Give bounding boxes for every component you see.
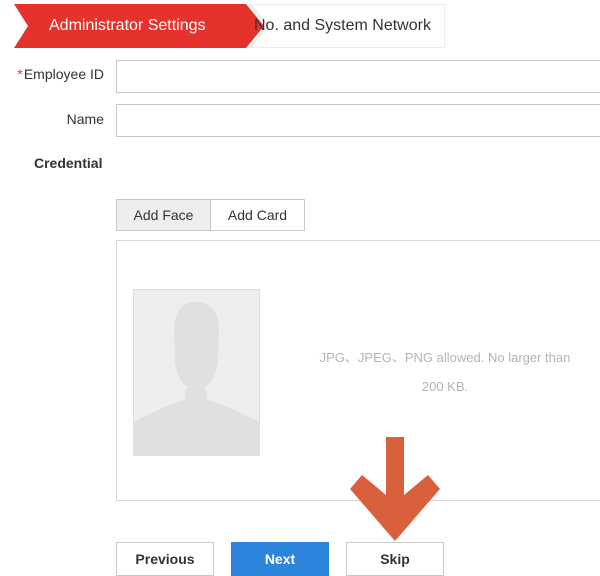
employee-id-input[interactable]	[116, 60, 600, 93]
employee-id-label-text: Employee ID	[23, 66, 104, 82]
step-administrator-settings[interactable]: Administrator Settings	[49, 4, 206, 48]
add-person-page: { "wizard": { "steps": [ {"label": "Admi…	[0, 0, 600, 576]
wizard-steps: Administrator Settings No. and System Ne…	[14, 4, 445, 48]
name-input[interactable]	[116, 104, 600, 137]
tab-add-face[interactable]: Add Face	[116, 199, 211, 231]
face-photo-upload[interactable]	[133, 289, 260, 456]
tab-add-card[interactable]: Add Card	[210, 199, 305, 231]
upload-hint-line1: JPG、JPEG、PNG allowed. No larger than	[319, 350, 571, 365]
avatar-silhouette-icon	[134, 290, 259, 455]
name-label: Name	[66, 111, 104, 127]
credential-label: Credential	[34, 155, 103, 171]
arrow-down-icon	[350, 437, 440, 541]
required-mark: *	[17, 66, 23, 82]
step-system-network[interactable]: No. and System Network	[254, 4, 431, 48]
upload-hint-line2: 200 KB.	[421, 379, 469, 394]
employee-id-label: *Employee ID	[6, 66, 104, 82]
